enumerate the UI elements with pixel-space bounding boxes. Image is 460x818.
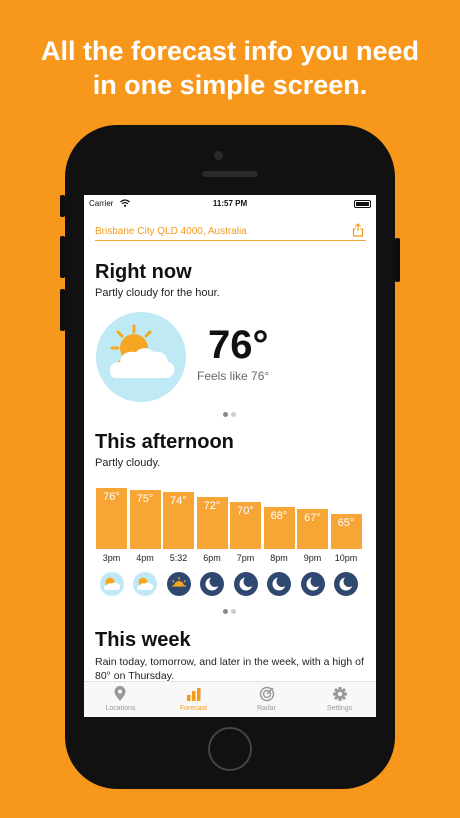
right-now-title: Right now xyxy=(95,261,192,283)
location-label[interactable]: Brisbane City QLD 4000, Australia xyxy=(95,226,247,237)
this-week-title: This week xyxy=(95,629,191,651)
temperature-bar: 74° xyxy=(163,492,194,549)
partly-cloudy-day-icon xyxy=(99,572,124,596)
hour-label: 10pm xyxy=(334,553,358,563)
bar-value-label: 68° xyxy=(270,510,288,522)
right-now-subtitle: Partly cloudy for the hour. xyxy=(95,287,220,299)
earpiece-speaker xyxy=(202,171,258,177)
sunset-icon xyxy=(166,572,191,596)
hour-label: 8pm xyxy=(270,553,288,563)
moon-icon xyxy=(334,572,358,596)
feels-like-label: Feels like 76° xyxy=(197,369,270,383)
power-button xyxy=(395,238,400,282)
hour-label: 3pm xyxy=(102,553,121,563)
hour-label: 7pm xyxy=(236,553,255,563)
page-dot xyxy=(231,412,236,417)
tab-label-settings: Settings xyxy=(326,705,353,712)
hour-label: 6pm xyxy=(203,553,221,563)
location-pin-icon xyxy=(114,686,126,701)
location-bar[interactable]: Brisbane City QLD 4000, Australia xyxy=(95,223,366,241)
temperature-bar: 65° xyxy=(330,514,362,549)
moon-icon xyxy=(300,572,325,596)
week-summary: Rain today, tomorrow, and later in the w… xyxy=(95,656,364,682)
hour-label: 9pm xyxy=(303,553,322,563)
tab-label-forecast: Forecast xyxy=(179,705,208,712)
temperature-bar: 67° xyxy=(297,509,328,549)
hour-label: 5:32 xyxy=(169,553,188,563)
hourly-condition-icons xyxy=(96,572,364,596)
moon-icon xyxy=(233,572,258,596)
bar-chart-icon xyxy=(187,688,201,701)
marketing-headline: All the forecast info you need in one si… xyxy=(0,34,460,102)
tab-forecast[interactable]: Forecast xyxy=(157,682,230,717)
headline-line-1: All the forecast info you need xyxy=(40,36,420,66)
headline-line-2: in one simple screen. xyxy=(92,70,368,100)
afternoon-title: This afternoon xyxy=(95,431,234,453)
front-camera xyxy=(214,151,223,160)
temperature-bar: 76° xyxy=(96,488,127,549)
partly-cloudy-day-icon xyxy=(96,312,186,402)
tab-bar: Locations Forecast Radar Settings xyxy=(84,681,376,717)
tab-locations[interactable]: Locations xyxy=(84,682,157,717)
bar-value-label: 76° xyxy=(103,491,120,503)
app-screen: Carrier 11:57 PM Brisbane City QLD 4000,… xyxy=(84,195,376,717)
bar-value-label: 67° xyxy=(304,512,321,524)
bar-value-label: 75° xyxy=(136,493,154,505)
page-indicator[interactable] xyxy=(223,404,239,417)
tab-label-locations: Locations xyxy=(105,705,136,712)
temperature-bar: 72° xyxy=(196,497,228,549)
afternoon-subtitle: Partly cloudy. xyxy=(95,457,161,469)
page-dot xyxy=(231,609,236,614)
status-bar: Carrier 11:57 PM xyxy=(84,195,376,211)
temperature-bar: 68° xyxy=(263,507,295,549)
home-button[interactable] xyxy=(208,727,252,771)
bar-value-label: 72° xyxy=(203,500,221,512)
temperature-bar: 70° xyxy=(230,502,261,549)
moon-icon xyxy=(200,572,224,596)
current-temperature: 76° xyxy=(208,323,269,367)
hour-label: 4pm xyxy=(136,553,154,563)
partly-cloudy-day-icon xyxy=(133,572,157,596)
bar-value-label: 74° xyxy=(170,495,187,507)
tab-radar[interactable]: Radar xyxy=(230,682,303,717)
bar-value-label: 70° xyxy=(237,505,254,517)
page-dot-active xyxy=(223,609,228,614)
hour-labels: 3pm 4pm 5:32 6pm 7pm 8pm 9pm 10pm xyxy=(96,553,364,567)
page-indicator-2[interactable] xyxy=(223,601,239,614)
tab-label-radar: Radar xyxy=(256,705,277,712)
moon-icon xyxy=(267,572,291,596)
temperature-bar: 75° xyxy=(129,490,161,549)
battery-icon xyxy=(354,200,371,208)
page-dot-active xyxy=(223,412,228,417)
share-icon[interactable] xyxy=(352,223,364,237)
hourly-temperature-chart: 76° 75° 74° 72° 70° 68° 67° 65° xyxy=(96,483,364,549)
bar-value-label: 65° xyxy=(337,517,355,529)
radar-icon xyxy=(259,686,275,702)
clock: 11:57 PM xyxy=(212,199,248,208)
tab-settings[interactable]: Settings xyxy=(303,682,376,717)
gear-icon xyxy=(333,687,347,701)
